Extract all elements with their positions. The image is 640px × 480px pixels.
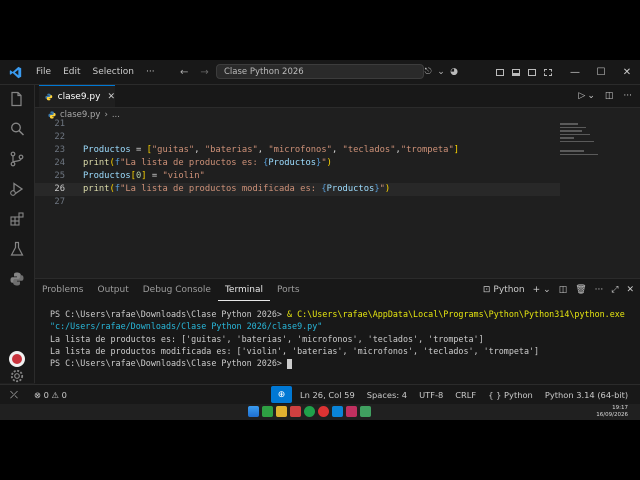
forward-arrow-icon[interactable]: → xyxy=(200,67,208,78)
maximize-icon[interactable]: ☐ xyxy=(588,60,614,84)
toggle-panel-icon[interactable] xyxy=(508,60,524,84)
code-line-current: 26 print(f"La lista de productos modifica… xyxy=(35,183,560,196)
terminal-cursor xyxy=(287,358,292,369)
windows-taskbar: 19:17 16/09/2026 xyxy=(0,404,640,420)
panel-more-icon[interactable]: ··· xyxy=(595,285,604,295)
code-line: 21 xyxy=(54,119,65,129)
terminal-line: PS C:\Users\rafae\Downloads\Clase Python… xyxy=(50,309,625,319)
terminal-line: La lista de productos es: ['guitas', 'ba… xyxy=(50,333,484,344)
code-line: 22 xyxy=(54,132,65,142)
vscode-logo-icon xyxy=(0,60,30,84)
split-terminal-icon[interactable]: ◫ xyxy=(559,285,568,295)
code-line: 25 Productos[0] = "violin" xyxy=(54,171,205,181)
bottom-panel: Problems Output Debug Console Terminal P… xyxy=(35,278,640,384)
encoding[interactable]: UTF-8 xyxy=(413,390,449,400)
code-line: 24 print(f"La lista de productos es: {Pro… xyxy=(54,158,332,168)
zoom-icon[interactable]: ⊕ xyxy=(271,386,292,403)
source-control-icon[interactable] xyxy=(0,148,34,170)
taskbar-app-icon[interactable] xyxy=(304,406,315,417)
close-panel-icon[interactable]: ✕ xyxy=(626,285,634,295)
python-interpreter[interactable]: Python 3.14 (64-bit) xyxy=(539,390,634,400)
python-extension-icon[interactable] xyxy=(0,268,34,290)
tab-output[interactable]: Output xyxy=(90,279,135,301)
code-line: 23 Productos = ["guitas", "baterias", "mi… xyxy=(54,145,460,155)
accounts-circle-icon[interactable]: ◕ xyxy=(446,60,462,84)
terminal-line: La lista de productos modificada es: ['v… xyxy=(50,345,540,356)
account-avatar[interactable] xyxy=(9,351,25,367)
python-file-icon xyxy=(45,93,53,100)
clock-time: 19:17 xyxy=(612,405,628,411)
run-python-file-icon[interactable]: ▷ xyxy=(578,91,585,101)
minimize-icon[interactable]: — xyxy=(562,60,588,84)
terminal-output[interactable]: PS C:\Users\rafae\Downloads\Clase Python… xyxy=(50,308,630,369)
menu-selection[interactable]: Selection xyxy=(87,67,140,77)
language-mode[interactable]: { } Python xyxy=(482,390,539,400)
menu-file[interactable]: File xyxy=(30,67,57,77)
new-terminal-icon[interactable]: + xyxy=(533,285,541,295)
clock-date: 16/09/2026 xyxy=(596,412,628,418)
taskbar-app-icon[interactable] xyxy=(262,406,273,417)
run-debug-icon[interactable] xyxy=(0,178,34,200)
tab-debug-console[interactable]: Debug Console xyxy=(136,279,218,301)
terminal-line: "c:/Users/rafae/Downloads/Clase Python 2… xyxy=(50,321,323,332)
taskbar-vscode-icon[interactable] xyxy=(332,406,343,417)
kill-terminal-icon[interactable]: 🗑 xyxy=(575,285,586,295)
copilot-icon[interactable]: ⎋ xyxy=(420,60,436,84)
toggle-secondary-sidebar-icon[interactable] xyxy=(524,60,540,84)
customize-layout-icon[interactable] xyxy=(540,60,556,84)
tab-close-icon[interactable]: ✕ xyxy=(107,92,115,102)
split-editor-icon[interactable]: ◫ xyxy=(605,91,614,101)
settings-gear-icon[interactable] xyxy=(0,369,34,383)
search-icon[interactable] xyxy=(0,118,34,140)
terminal-dropdown-icon[interactable]: ⌄ xyxy=(543,285,551,295)
status-bar: ⤫ ⊗ 0 ⚠ 0 ⊕ Ln 26, Col 59 Spaces: 4 UTF-… xyxy=(0,384,640,405)
terminal-profile-label: Python xyxy=(493,285,525,295)
tab-clase9[interactable]: clase9.py ✕ xyxy=(39,85,115,107)
taskbar-app-icon[interactable] xyxy=(346,406,357,417)
explorer-icon[interactable] xyxy=(0,88,34,110)
tab-terminal[interactable]: Terminal xyxy=(217,279,270,301)
editor-tab-bar: clase9.py ✕ ▷ ⌄ ◫ ··· xyxy=(35,85,640,108)
tab-label: clase9.py xyxy=(57,91,101,102)
terminal-line: PS C:\Users\rafae\Downloads\Clase Python… xyxy=(50,357,630,369)
close-window-icon[interactable]: ✕ xyxy=(614,60,640,84)
taskbar-app-icon[interactable] xyxy=(290,406,301,417)
tab-ports[interactable]: Ports xyxy=(270,279,307,301)
minimap[interactable] xyxy=(560,123,602,163)
title-bar: File Edit Selection ··· ← → Clase Python… xyxy=(0,60,640,85)
activity-bar xyxy=(0,85,35,383)
toggle-primary-sidebar-icon[interactable] xyxy=(492,60,508,84)
terminal-selector[interactable]: ⊡ Python xyxy=(483,285,525,295)
testing-flask-icon[interactable] xyxy=(0,238,34,260)
back-arrow-icon[interactable]: ← xyxy=(180,67,188,78)
extensions-icon[interactable] xyxy=(0,208,34,230)
copilot-dropdown-icon[interactable]: ⌄ xyxy=(436,60,446,84)
indentation[interactable]: Spaces: 4 xyxy=(361,390,413,400)
taskbar-app-icon[interactable] xyxy=(360,406,371,417)
vscode-window: File Edit Selection ··· ← → Clase Python… xyxy=(0,60,640,420)
taskbar-clock[interactable]: 19:17 16/09/2026 xyxy=(596,405,628,419)
editor-more-actions-icon[interactable]: ··· xyxy=(623,91,632,101)
terminal-icon: ⊡ xyxy=(482,285,491,295)
menu-more[interactable]: ··· xyxy=(140,67,161,77)
end-of-line[interactable]: CRLF xyxy=(449,390,482,400)
menu-edit[interactable]: Edit xyxy=(57,67,86,77)
maximize-panel-icon[interactable]: ⤢ xyxy=(611,285,618,295)
remote-indicator-icon[interactable]: ⤫ xyxy=(0,385,28,405)
notifications-bell-icon[interactable]: 🔔︎ xyxy=(634,390,640,401)
cursor-position[interactable]: Ln 26, Col 59 xyxy=(294,390,361,400)
code-editor[interactable]: 21 22 23 Productos = ["guitas", "baterias… xyxy=(35,118,560,218)
windows-start-icon[interactable] xyxy=(248,406,259,417)
command-center-search[interactable]: Clase Python 2026 xyxy=(216,64,424,79)
code-line: 27 xyxy=(54,197,65,207)
tab-problems[interactable]: Problems xyxy=(35,279,90,301)
taskbar-app-icon[interactable] xyxy=(276,406,287,417)
command-center-label: Clase Python 2026 xyxy=(224,66,304,77)
run-dropdown-icon[interactable]: ⌄ xyxy=(587,91,595,101)
taskbar-app-icon[interactable] xyxy=(318,406,329,417)
problems-status[interactable]: ⊗ 0 ⚠ 0 xyxy=(28,390,73,400)
